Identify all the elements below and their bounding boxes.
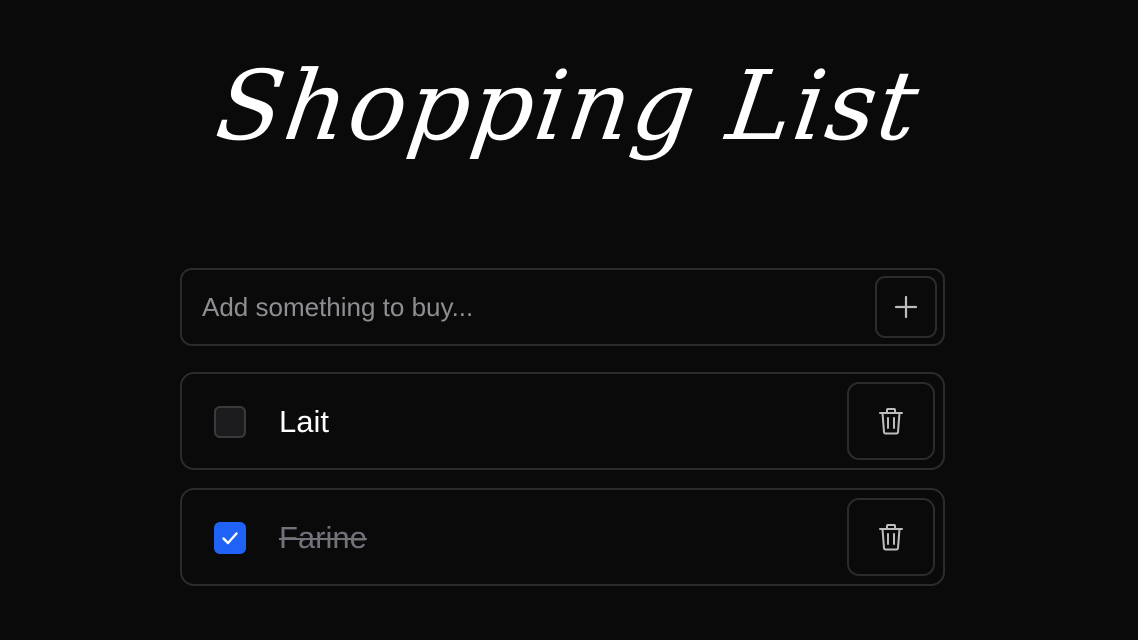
delete-item-button[interactable] [847,498,935,576]
list-item: Lait [180,372,945,470]
trash-icon [877,522,905,552]
delete-item-button[interactable] [847,382,935,460]
add-item-input[interactable] [182,270,872,344]
checkmark-icon [220,528,240,548]
item-checkbox[interactable] [214,522,246,554]
list-item: Farine [180,488,945,586]
item-label: Lait [279,404,329,439]
item-checkbox[interactable] [214,406,246,438]
plus-icon [893,294,919,320]
add-item-form [180,268,945,346]
trash-icon [877,406,905,436]
item-label: Farine [279,520,367,555]
add-item-button[interactable] [875,276,937,338]
page-title: Shopping List [210,50,928,162]
shopping-list-page: Shopping List Lait [0,0,1138,640]
header: Shopping List [0,24,1138,224]
